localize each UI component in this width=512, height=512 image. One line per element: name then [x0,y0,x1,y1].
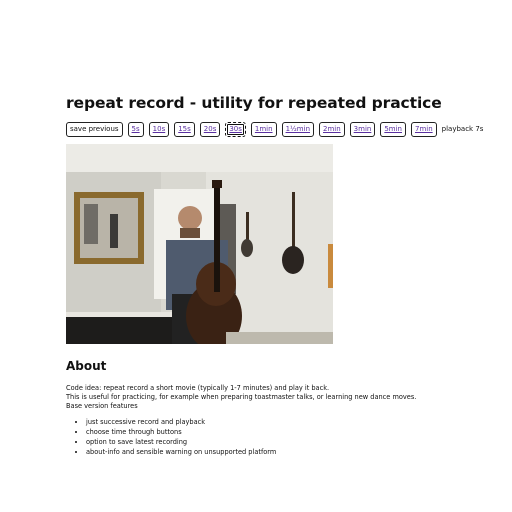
duration-button-15s[interactable]: 15s [174,121,195,137]
about-line-3: Base version features [66,402,138,410]
duration-button-1min[interactable]: 1min [250,121,277,137]
save-previous-button[interactable]: save previous [66,121,123,137]
video-frame-image [66,144,333,344]
duration-button-3min[interactable]: 3min [349,121,376,137]
about-description: Code idea: repeat record a short movie (… [66,384,506,411]
list-item: just successive record and playback [86,417,506,427]
list-item: choose time through buttons [86,427,506,437]
toolbar: save previous 5s 10s 15s 20s 30s 1min 1½… [66,120,506,138]
duration-button-5s[interactable]: 5s [127,121,144,137]
page: repeat record - utility for repeated pra… [66,92,506,457]
duration-button-1-5min[interactable]: 1½min [281,121,315,137]
duration-button-10s[interactable]: 10s [148,121,170,137]
duration-button-7min[interactable]: 7min [410,121,437,137]
about-line-2: This is useful for practicing, for examp… [66,393,417,401]
list-item: about-info and sensible warning on unsup… [86,447,506,457]
feature-list: just successive record and playback choo… [66,417,506,457]
about-line-1: Code idea: repeat record a short movie (… [66,384,330,392]
duration-button-30s[interactable]: 30s [225,121,246,137]
page-title: repeat record - utility for repeated pra… [66,94,442,112]
list-item: option to save latest recording [86,437,506,447]
duration-button-20s[interactable]: 20s [199,121,221,137]
duration-button-2min[interactable]: 2min [319,121,345,137]
video-preview [66,144,333,344]
about-heading: About [66,359,107,373]
playback-status: playback 7s [441,125,484,133]
duration-button-5min[interactable]: 5min [380,121,406,137]
